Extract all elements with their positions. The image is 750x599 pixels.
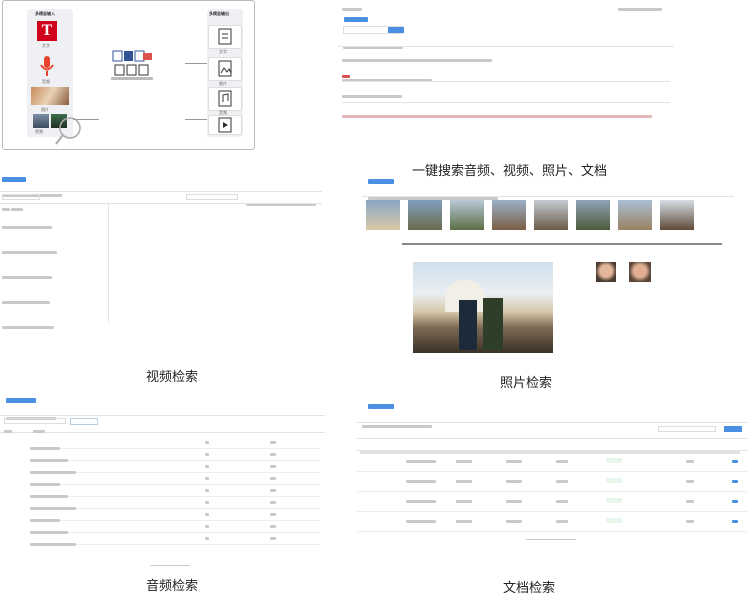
text-doc-icon: [218, 28, 232, 45]
photo-thumbnail[interactable]: [660, 200, 694, 230]
image-input-thumbnail[interactable]: [31, 87, 69, 105]
photo-thumbnail[interactable]: [618, 200, 652, 230]
photo-thumbnail[interactable]: [408, 200, 442, 230]
module-tag: [368, 179, 394, 184]
all-search-screenshot: [338, 4, 674, 122]
table-row[interactable]: [30, 450, 320, 462]
caption-audio-search: 音频检索: [146, 579, 199, 594]
status-badge: [606, 498, 622, 503]
list-item[interactable]: [2, 292, 106, 311]
module-tag: [2, 177, 26, 182]
table-row[interactable]: [30, 486, 320, 498]
list-item[interactable]: [2, 217, 106, 236]
audio-table: [4, 428, 320, 436]
table-row[interactable]: [30, 438, 320, 450]
video-search-screenshot: [0, 176, 322, 332]
pagination[interactable]: [30, 326, 70, 332]
table-row[interactable]: [30, 474, 320, 486]
search-button[interactable]: [388, 27, 404, 33]
tab-row: [362, 416, 432, 435]
search-button[interactable]: [724, 426, 742, 432]
output-text-doc[interactable]: [208, 25, 242, 49]
status-badge: [606, 458, 622, 463]
caption-doc-search: 文档检索: [503, 581, 556, 596]
flow-line-3: [185, 119, 207, 120]
image-doc-icon: [218, 60, 232, 77]
format-icons: [111, 49, 153, 81]
photo-thumbnail[interactable]: [366, 200, 400, 230]
pagination[interactable]: [526, 530, 576, 540]
table-row[interactable]: [30, 522, 320, 534]
audio-search-screenshot: [0, 396, 325, 566]
module-tag: [344, 17, 368, 22]
result-item[interactable]: [342, 50, 670, 82]
table-row[interactable]: [356, 472, 748, 492]
photo-thumbnail[interactable]: [534, 200, 568, 230]
microphone-icon[interactable]: [38, 55, 56, 77]
top-toolbar: [338, 4, 674, 14]
table-row[interactable]: [30, 498, 320, 510]
status-badge: [606, 478, 622, 483]
table-row[interactable]: [30, 510, 320, 522]
table-header: [4, 428, 320, 436]
photo-thumbnail[interactable]: [492, 200, 526, 230]
filter-input[interactable]: [2, 194, 40, 200]
doc-search-screenshot: [356, 402, 748, 540]
output-audio-doc[interactable]: [208, 87, 242, 111]
input-title: 多模态输入: [35, 11, 55, 16]
module-tag: [368, 404, 394, 409]
photo-search-screenshot: [362, 178, 734, 250]
right-search-input[interactable]: [186, 194, 238, 200]
search-button[interactable]: [70, 418, 98, 425]
face-thumbnail[interactable]: [629, 262, 651, 282]
video-doc-icon: [218, 117, 232, 133]
caption-search-all: 一键搜索音频、视频、照片、文档: [412, 164, 608, 179]
photo-strip: [366, 200, 706, 230]
list-item[interactable]: [2, 267, 106, 286]
photo-thumbnail[interactable]: [450, 200, 484, 230]
selected-photo[interactable]: [413, 262, 553, 353]
strip-scrollbar[interactable]: [402, 243, 722, 245]
output-image-doc[interactable]: [208, 57, 242, 81]
face-thumbnail[interactable]: [596, 262, 616, 282]
detail-pagination[interactable]: [190, 326, 240, 332]
flow-line-1: [73, 119, 99, 120]
output-title: 多模态输出: [209, 11, 229, 16]
status-badge: [606, 518, 622, 523]
text-input-icon[interactable]: T: [37, 21, 57, 41]
audio-doc-icon: [218, 90, 232, 107]
flow-line-2: [185, 63, 207, 64]
video-list: [2, 206, 106, 332]
caption-video-search: 视频检索: [146, 370, 199, 385]
table-row[interactable]: [30, 462, 320, 474]
table-row[interactable]: [30, 534, 320, 546]
table-row[interactable]: [356, 512, 748, 532]
module-tag: [6, 398, 36, 403]
photo-thumbnail[interactable]: [576, 200, 610, 230]
search-input[interactable]: [4, 418, 66, 424]
image-input-label: 图片: [41, 107, 49, 112]
table-row[interactable]: [356, 452, 748, 472]
video-input-thumbnail[interactable]: [33, 114, 49, 128]
text-input-label: 文字: [42, 43, 50, 48]
output-text-label: 文字: [219, 49, 227, 54]
list-header: [2, 206, 106, 211]
video-input-label: 视频: [35, 129, 43, 134]
output-column: 多模态输出 文字 图片 音频: [207, 9, 243, 137]
table-row[interactable]: [356, 492, 748, 512]
caption-photo-search: 照片检索: [500, 376, 553, 391]
result-item[interactable]: [342, 106, 670, 122]
multimodal-flow-panel: 多模态输入 T 文字 音频 图片 视频 多模态输出 文字 图片 音频: [2, 0, 255, 150]
result-list: [342, 50, 670, 122]
list-item[interactable]: [2, 242, 106, 261]
audio-input-label: 音频: [42, 79, 50, 84]
pagination[interactable]: [150, 556, 190, 566]
search-input[interactable]: [658, 426, 716, 432]
output-video-doc[interactable]: [208, 115, 242, 135]
